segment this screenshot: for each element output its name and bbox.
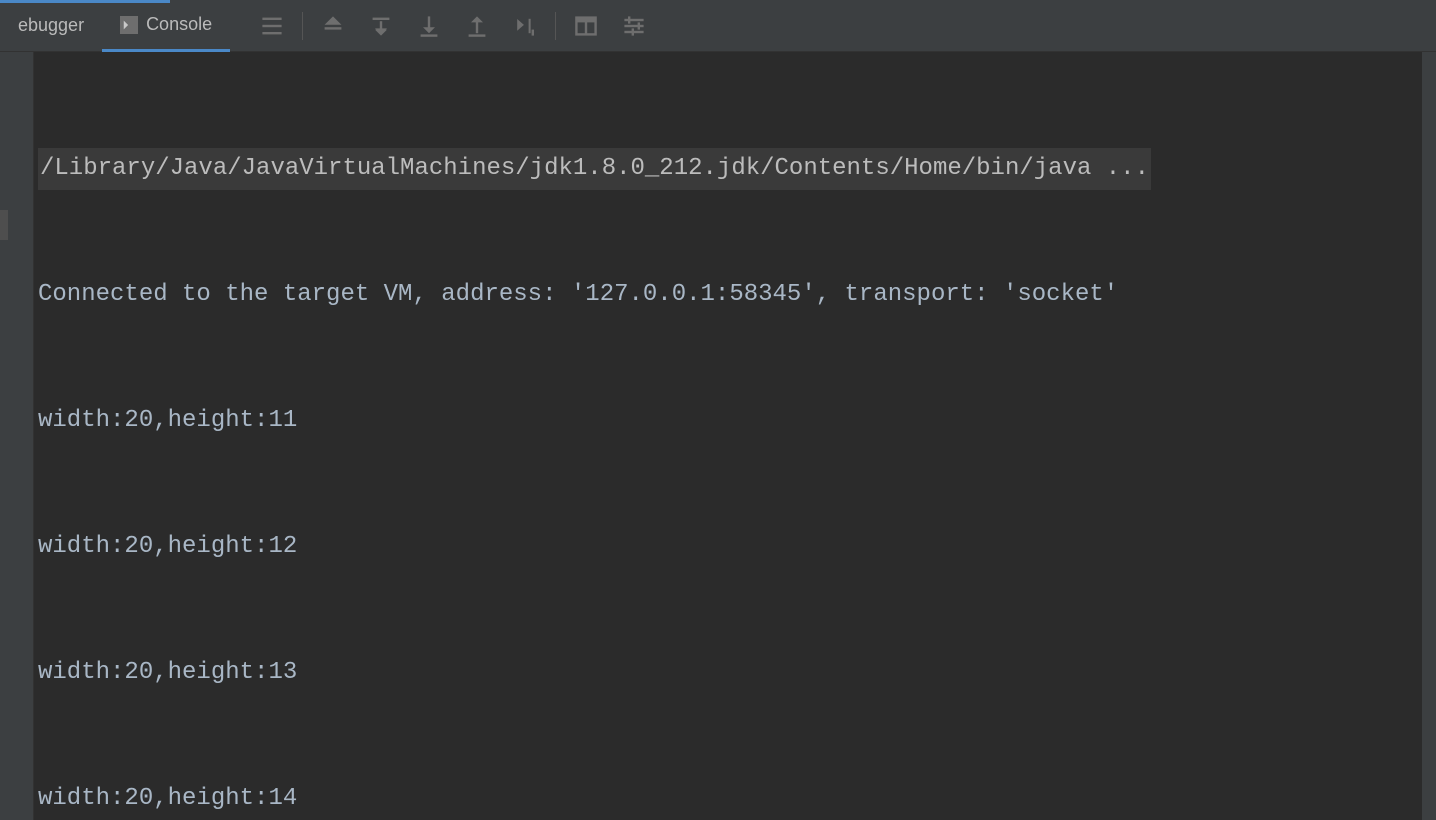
tab-console[interactable]: Console xyxy=(102,1,230,52)
connected-line: Connected to the target VM, address: '12… xyxy=(34,274,1422,316)
toolbar-separator xyxy=(302,12,303,40)
output-line: width:20,height:12 xyxy=(34,526,1422,568)
settings-button[interactable] xyxy=(610,0,658,52)
tab-debugger-label: ebugger xyxy=(18,15,84,36)
scroll-to-end-button[interactable] xyxy=(501,0,549,52)
toolbar-separator xyxy=(555,12,556,40)
table-view-button[interactable] xyxy=(562,0,610,52)
tab-debugger[interactable]: ebugger xyxy=(0,0,102,51)
console-icon xyxy=(120,16,138,34)
command-line: /Library/Java/JavaVirtualMachines/jdk1.8… xyxy=(38,148,1151,190)
output-line: width:20,height:13 xyxy=(34,652,1422,694)
output-line: width:20,height:11 xyxy=(34,400,1422,442)
tab-bar: ebugger Console xyxy=(0,0,1436,52)
console-right-gutter xyxy=(1422,52,1436,820)
top-highlight-bar xyxy=(0,0,170,3)
gutter-marker xyxy=(0,210,8,240)
console-output[interactable]: /Library/Java/JavaVirtualMachines/jdk1.8… xyxy=(34,52,1422,820)
up-button[interactable] xyxy=(453,0,501,52)
console-left-gutter xyxy=(0,52,34,820)
down-stack-button[interactable] xyxy=(357,0,405,52)
console-toolbar xyxy=(248,0,658,52)
up-stack-button[interactable] xyxy=(309,0,357,52)
down-button[interactable] xyxy=(405,0,453,52)
tab-console-label: Console xyxy=(146,14,212,35)
soft-wrap-button[interactable] xyxy=(248,0,296,52)
output-line: width:20,height:14 xyxy=(34,778,1422,820)
console-panel: /Library/Java/JavaVirtualMachines/jdk1.8… xyxy=(0,52,1436,820)
